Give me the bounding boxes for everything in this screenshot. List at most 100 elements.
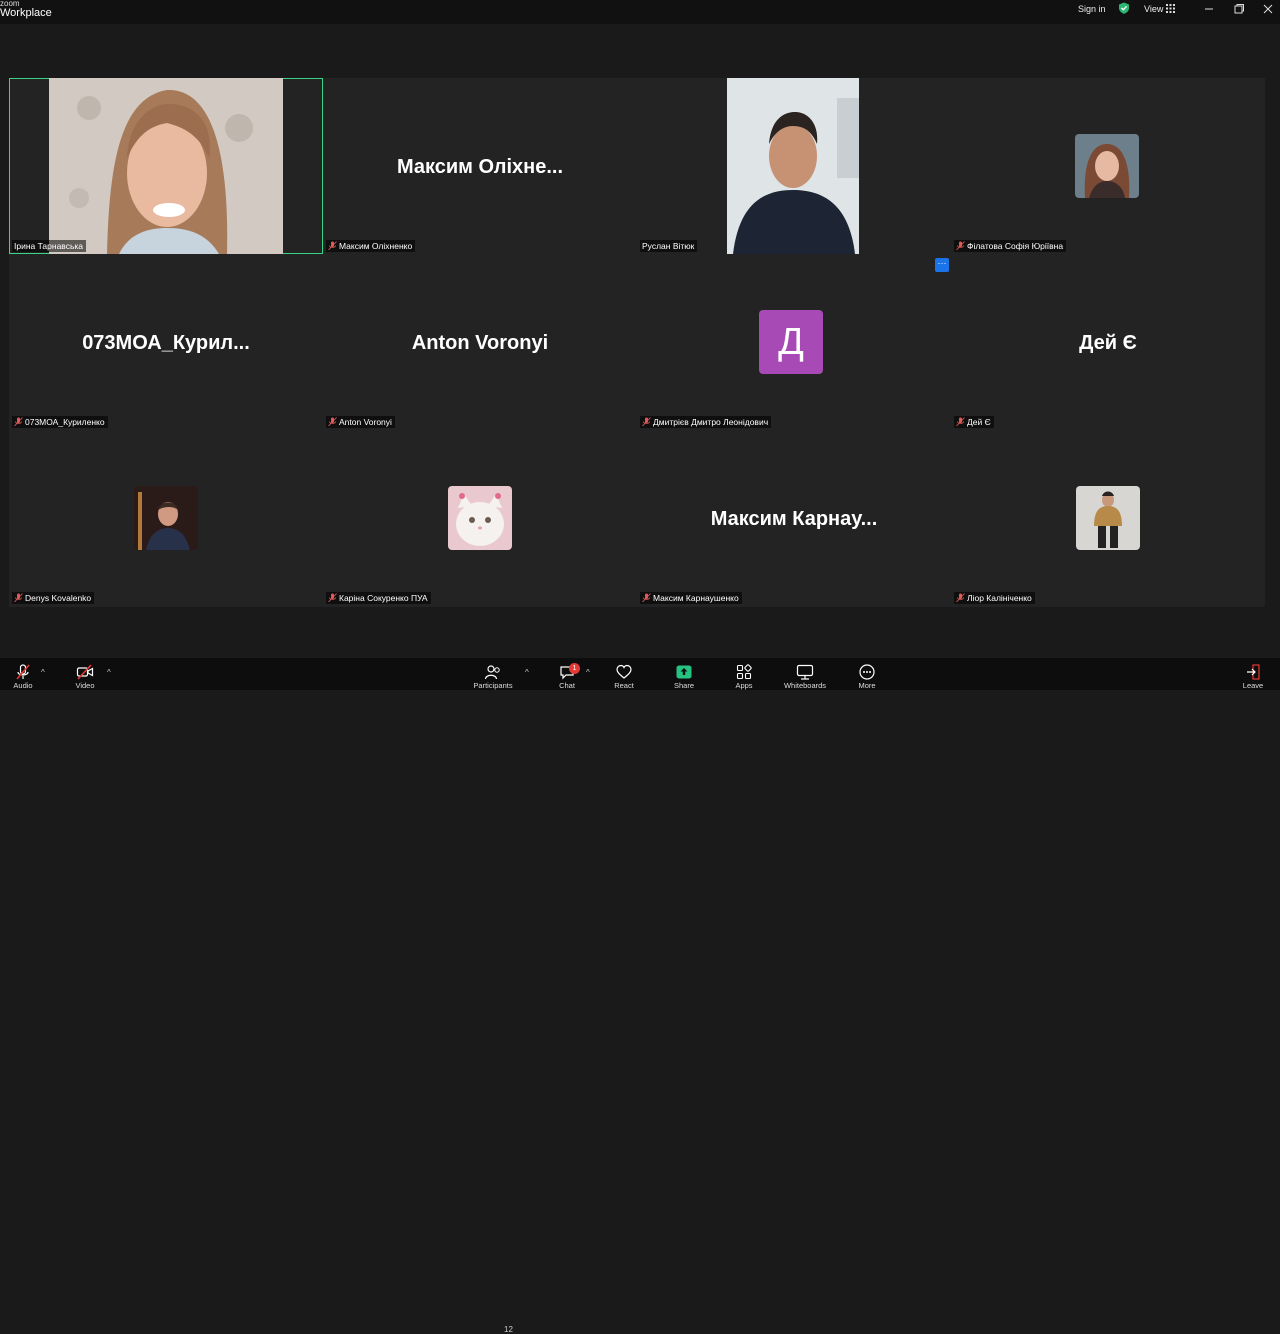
chat-options-caret[interactable]: ^ xyxy=(586,668,590,677)
chat-button[interactable]: Chat xyxy=(552,658,582,690)
mic-muted-icon xyxy=(14,593,23,603)
participant-name: Максим Карнаушенко xyxy=(653,593,739,603)
more-label: More xyxy=(858,681,876,690)
participant-tile[interactable]: Anton Voronyi Anton Voronyi xyxy=(323,254,637,430)
audio-options-caret[interactable]: ^ xyxy=(41,668,45,677)
mic-muted-icon xyxy=(328,593,337,603)
view-button[interactable]: View xyxy=(1144,4,1163,14)
chat-unread-badge: 1 xyxy=(569,663,580,674)
meeting-toolbar: Audio ^ Video ^ Participants 12 ^ Chat ^… xyxy=(0,658,1280,1334)
participant-name-label: Ліор Калініченко xyxy=(954,592,1035,604)
mic-muted-icon xyxy=(16,664,30,680)
close-icon[interactable] xyxy=(1261,3,1275,15)
participant-name-label: Руслан Вітюк xyxy=(640,240,698,252)
participant-tile[interactable]: 073МОА_Курил... 073МОА_Куриленко xyxy=(9,254,323,430)
participants-count: 12 xyxy=(504,1325,513,1334)
participant-name: Ірина Тарнавська xyxy=(14,241,84,251)
video-feed xyxy=(727,78,859,254)
participant-name: Дмитрієв Дмитро Леонідович xyxy=(653,417,769,427)
restore-icon[interactable] xyxy=(1232,3,1246,15)
react-label: React xyxy=(614,681,634,690)
leave-label: Leave xyxy=(1242,681,1264,690)
participant-avatar xyxy=(134,486,198,550)
more-button[interactable]: More xyxy=(851,658,883,690)
participant-display-name: Дей Є xyxy=(1079,332,1137,354)
whiteboard-icon xyxy=(796,664,814,680)
participant-name: Anton Voronyi xyxy=(339,417,392,427)
mic-muted-icon xyxy=(14,417,23,427)
react-button[interactable]: React xyxy=(608,658,640,690)
gallery-view: Ірина Тарнавська Максим Оліхне... Максим… xyxy=(9,78,1265,607)
participant-name: Дей Є xyxy=(967,417,991,427)
apps-icon xyxy=(736,664,752,680)
share-button[interactable]: Share xyxy=(668,658,700,690)
video-off-icon xyxy=(76,664,94,680)
video-button[interactable]: Video xyxy=(70,658,100,690)
participant-name-label: Дмитрієв Дмитро Леонідович xyxy=(640,416,772,428)
leave-icon xyxy=(1247,664,1260,680)
leave-button[interactable]: Leave xyxy=(1238,658,1268,690)
participants-options-caret[interactable]: ^ xyxy=(525,668,529,677)
participant-avatar xyxy=(1075,134,1139,198)
participant-display-name: 073МОА_Курил... xyxy=(82,332,250,354)
participant-tile[interactable]: Дей Є Дей Є xyxy=(951,254,1265,430)
participant-display-name: Anton Voronyi xyxy=(411,332,549,354)
video-label: Video xyxy=(75,681,95,690)
mic-muted-icon xyxy=(328,417,337,427)
participants-icon xyxy=(484,665,500,680)
participant-tile[interactable]: Руслан Вітюк xyxy=(637,78,951,254)
share-icon xyxy=(676,665,692,679)
mic-muted-icon xyxy=(642,417,651,427)
participant-avatar-letter: Д xyxy=(759,310,823,374)
sign-in-link[interactable]: Sign in xyxy=(1078,4,1106,14)
brand-main: Workplace xyxy=(0,7,52,19)
video-feed xyxy=(49,78,283,254)
whiteboards-button[interactable]: Whiteboards xyxy=(780,658,830,690)
grid-icon[interactable] xyxy=(1166,4,1175,13)
participant-tile[interactable]: Д Дмитрієв Дмитро Леонідович xyxy=(637,254,951,430)
participant-name-label: Дей Є xyxy=(954,416,994,428)
participant-name: Ліор Калініченко xyxy=(967,593,1032,603)
participants-button[interactable]: Participants xyxy=(470,658,516,690)
mic-muted-icon xyxy=(956,417,965,427)
participant-tile[interactable]: Denys Kovalenko xyxy=(9,430,323,606)
shield-check-icon[interactable] xyxy=(1118,2,1130,14)
participants-label: Participants xyxy=(473,681,513,690)
participant-tile[interactable]: Максим Карнау... Максим Карнаушенко xyxy=(637,430,951,606)
participant-name-label: Максим Оліхненко xyxy=(326,240,416,252)
participant-name: Каріна Сокуренко ПУА xyxy=(339,593,428,603)
minimize-icon[interactable] xyxy=(1202,3,1216,15)
participant-name-label: Каріна Сокуренко ПУА xyxy=(326,592,431,604)
audio-label: Audio xyxy=(13,681,33,690)
mic-muted-icon xyxy=(642,593,651,603)
mic-muted-icon xyxy=(956,593,965,603)
participant-tile[interactable]: Ірина Тарнавська xyxy=(9,78,323,254)
share-label: Share xyxy=(673,681,694,690)
participant-tile[interactable]: Ліор Калініченко xyxy=(951,430,1265,606)
participant-name: 073МОА_Куриленко xyxy=(25,417,105,427)
participant-name: Максим Оліхненко xyxy=(339,241,413,251)
participant-name-label: Філатова Софія Юріївна xyxy=(954,240,1067,252)
participant-avatar xyxy=(1076,486,1140,550)
mic-muted-icon xyxy=(328,241,337,251)
participant-tile[interactable]: Максим Оліхне... Максим Оліхненко xyxy=(323,78,637,254)
participant-name-label: 073МОА_Куриленко xyxy=(12,416,108,428)
mic-muted-icon xyxy=(956,241,965,251)
participant-name-label: Anton Voronyi xyxy=(326,416,395,428)
video-options-caret[interactable]: ^ xyxy=(107,668,111,677)
participant-tile[interactable]: Філатова Софія Юріївна xyxy=(951,78,1265,254)
participant-display-name: Максим Оліхне... xyxy=(396,156,564,178)
title-bar: zoom Workplace Sign in View xyxy=(0,0,1280,24)
apps-button[interactable]: Apps xyxy=(728,658,760,690)
whiteboards-label: Whiteboards xyxy=(783,681,827,690)
participant-display-name: Максим Карнау... xyxy=(710,508,878,530)
zoom-logo: zoom Workplace xyxy=(0,0,52,19)
participant-name-label: Denys Kovalenko xyxy=(12,592,95,604)
heart-icon xyxy=(616,664,632,679)
chat-label: Chat xyxy=(559,681,575,690)
more-options-button[interactable]: ··· xyxy=(935,258,949,272)
more-icon xyxy=(859,664,875,680)
participant-tile[interactable]: Каріна Сокуренко ПУА xyxy=(323,430,637,606)
audio-button[interactable]: Audio xyxy=(8,658,38,690)
participant-name: Denys Kovalenko xyxy=(25,593,92,603)
